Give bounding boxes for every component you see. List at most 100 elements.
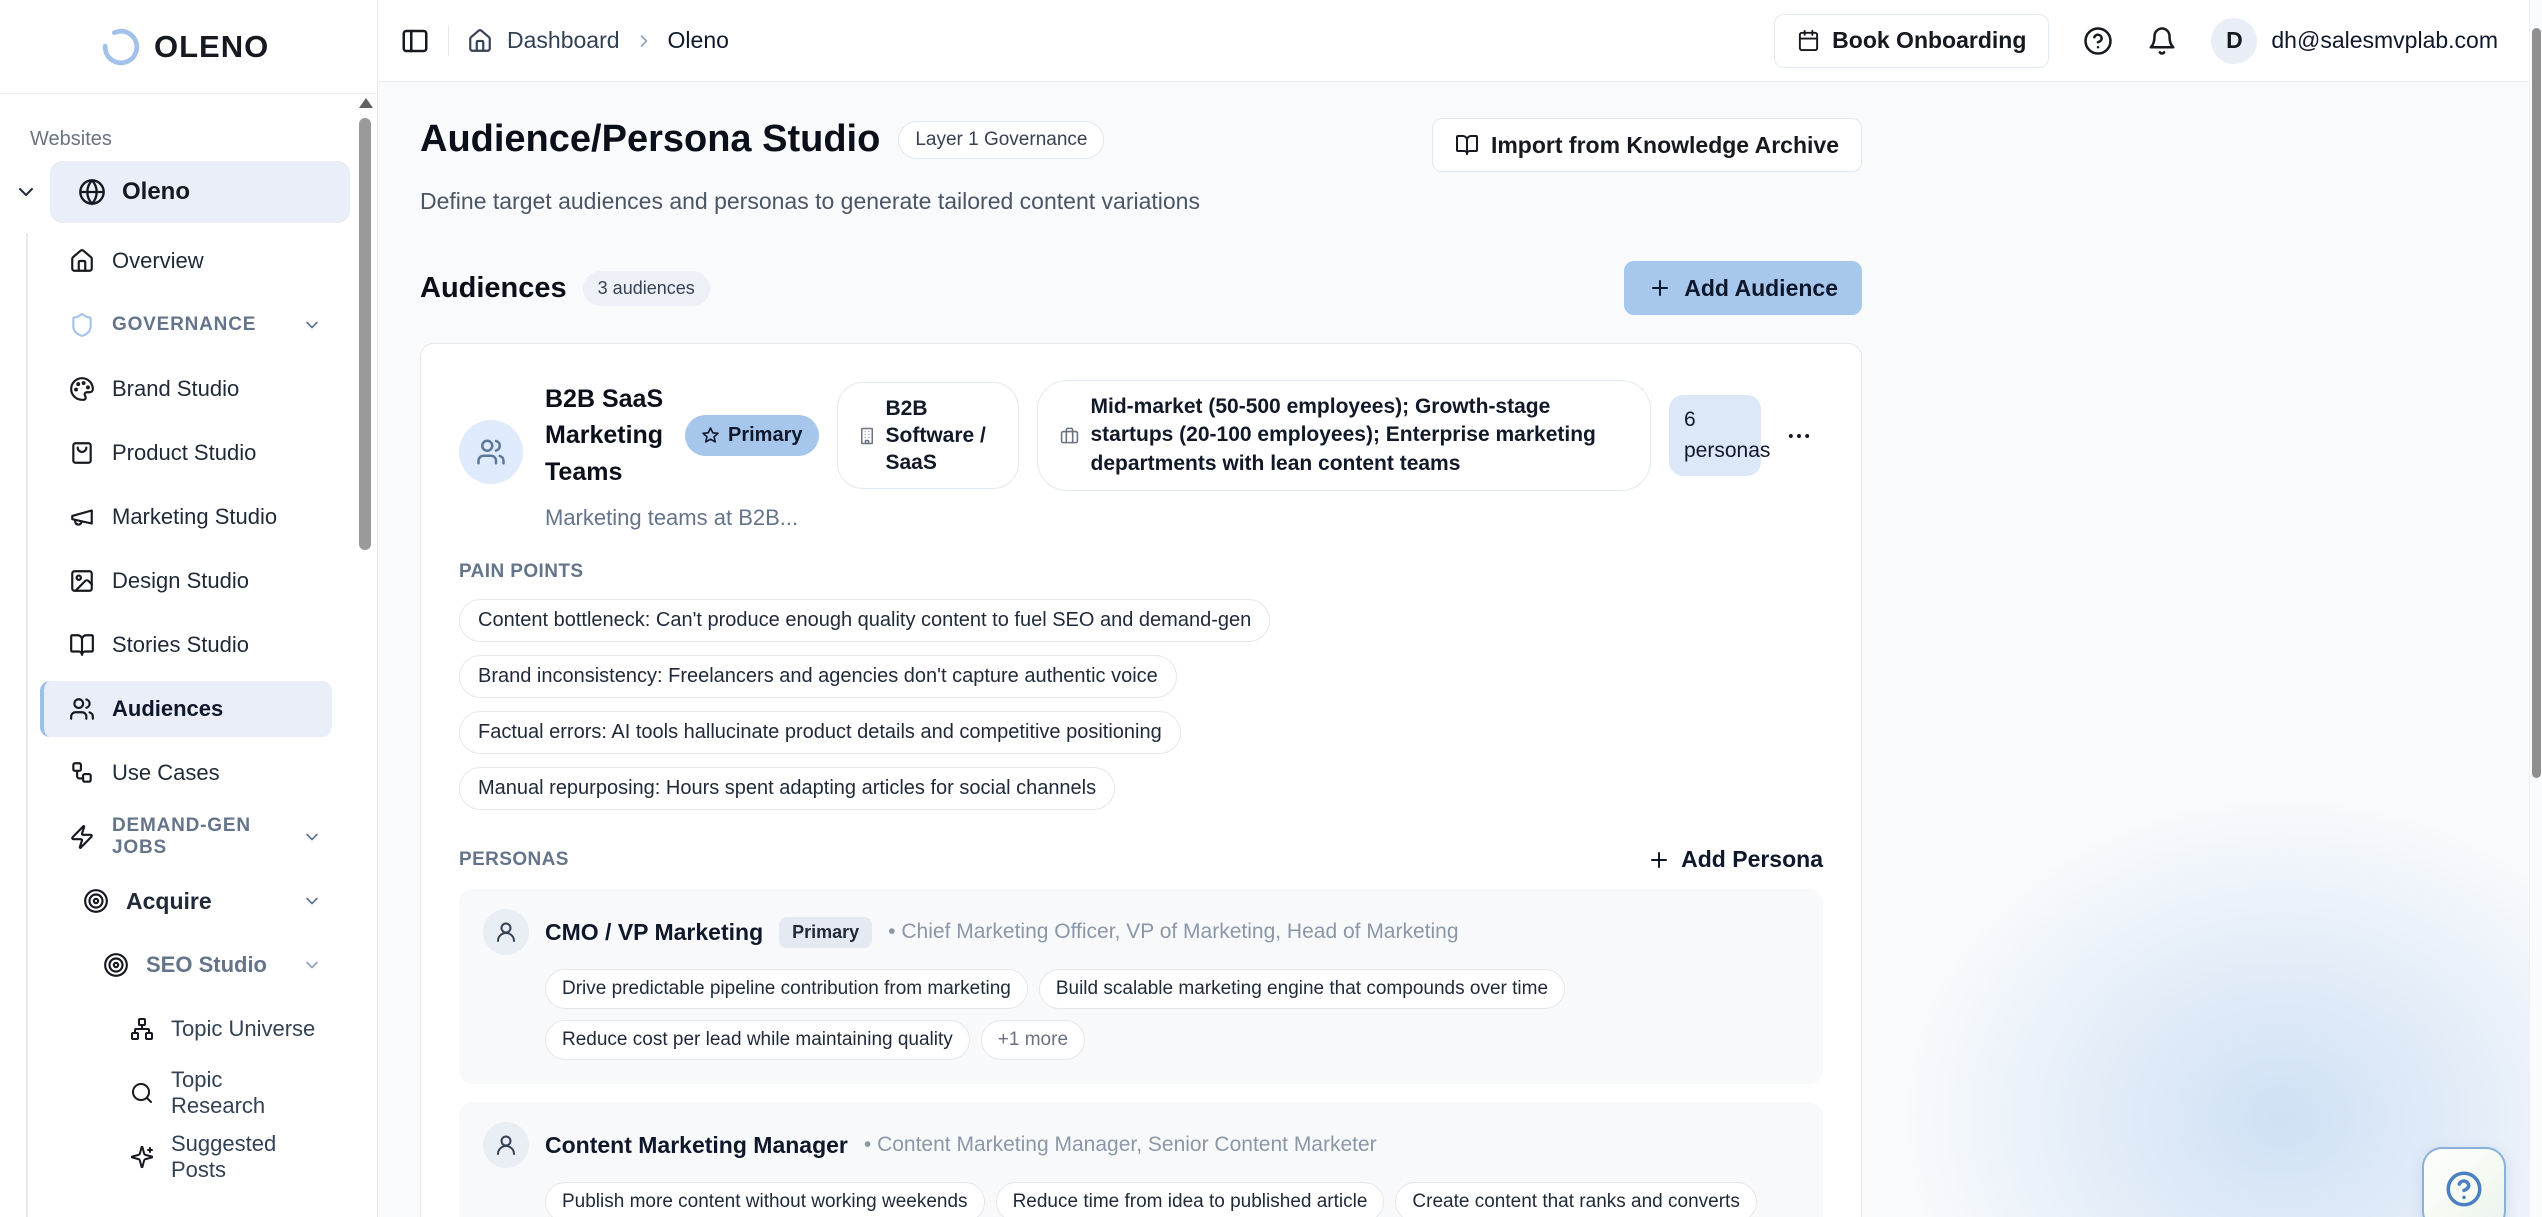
persona-row[interactable]: CMO / VP Marketing Primary • Chief Marke… bbox=[459, 889, 1823, 1084]
pain-points-list: Content bottleneck: Can't produce enough… bbox=[459, 599, 1823, 810]
more-goals-pill[interactable]: +1 more bbox=[981, 1020, 1085, 1060]
notifications-button[interactable] bbox=[2147, 26, 2177, 56]
avatar: D bbox=[2211, 18, 2257, 64]
sidebar-item-label: Design Studio bbox=[112, 568, 249, 594]
import-from-knowledge-archive-button[interactable]: Import from Knowledge Archive bbox=[1432, 118, 1862, 172]
app-window: OLENO Websites Oleno Overview GOVER bbox=[0, 0, 2542, 1217]
users-icon bbox=[69, 696, 95, 722]
bell-icon bbox=[2147, 26, 2177, 56]
sidebar-section-label: Websites bbox=[30, 128, 377, 151]
sidebar-item-topic-research[interactable]: Topic Research bbox=[40, 1065, 332, 1121]
persona-row[interactable]: Content Marketing Manager • Content Mark… bbox=[459, 1102, 1823, 1217]
page-subtitle: Define target audiences and personas to … bbox=[420, 188, 1862, 215]
sidebar-section-governance[interactable]: GOVERNANCE bbox=[40, 297, 332, 353]
sidebar-item-label: Product Studio bbox=[112, 440, 256, 466]
breadcrumb: Dashboard Oleno bbox=[467, 27, 729, 54]
persona-avatar bbox=[483, 909, 529, 955]
sidebar-scrollbar[interactable] bbox=[359, 98, 373, 550]
sidebar-item-label: Acquire bbox=[126, 888, 212, 915]
breadcrumb-dashboard[interactable]: Dashboard bbox=[507, 27, 620, 54]
user-icon bbox=[494, 920, 518, 944]
add-persona-button[interactable]: Add Persona bbox=[1647, 846, 1823, 873]
page-title: Audience/Persona Studio bbox=[420, 118, 880, 161]
image-icon bbox=[69, 568, 95, 594]
add-audience-button[interactable]: Add Audience bbox=[1624, 261, 1862, 315]
sidebar-item-label: Topic Universe bbox=[171, 1016, 315, 1042]
sidebar: OLENO Websites Oleno Overview GOVER bbox=[0, 0, 378, 1217]
page-scrollbar-thumb[interactable] bbox=[2532, 28, 2541, 778]
briefcase-icon bbox=[1060, 426, 1079, 445]
sidebar-scrollbar-thumb[interactable] bbox=[359, 118, 371, 550]
home-icon[interactable] bbox=[467, 28, 493, 54]
chevron-down-icon bbox=[302, 315, 322, 335]
user-menu[interactable]: D dh@salesmvplab.com bbox=[2211, 18, 2498, 64]
sidebar-item-suggested-posts[interactable]: Suggested Posts bbox=[40, 1129, 332, 1185]
sidebar-item-stories-studio[interactable]: Stories Studio bbox=[40, 617, 332, 673]
sidebar-item-topic-universe[interactable]: Topic Universe bbox=[40, 1001, 332, 1057]
globe-icon bbox=[78, 178, 106, 206]
audience-card: B2B SaaS Marketing Teams Primary B2B Sof… bbox=[420, 343, 1862, 1217]
audience-name: B2B SaaS Marketing Teams bbox=[545, 381, 667, 490]
sidebar-item-audiences[interactable]: Audiences bbox=[40, 681, 332, 737]
users-icon bbox=[476, 437, 506, 467]
page-scrollbar[interactable] bbox=[2529, 0, 2542, 1217]
pain-points-label: PAIN POINTS bbox=[459, 561, 1823, 583]
help-circle-icon bbox=[2083, 26, 2113, 56]
target-icon bbox=[83, 888, 109, 914]
palette-icon bbox=[69, 376, 95, 402]
sidebar-item-label: Brand Studio bbox=[112, 376, 239, 402]
sidebar-toggle-button[interactable] bbox=[400, 26, 430, 56]
sidebar-item-acquire[interactable]: Acquire bbox=[40, 873, 332, 929]
sidebar-item-label: Stories Studio bbox=[112, 632, 249, 658]
governance-layer-badge: Layer 1 Governance bbox=[898, 121, 1104, 159]
sidebar-item-design-studio[interactable]: Design Studio bbox=[40, 553, 332, 609]
audience-menu-button[interactable] bbox=[1779, 416, 1819, 456]
help-fab-button[interactable] bbox=[2422, 1147, 2506, 1217]
sidebar-item-label: Audiences bbox=[112, 696, 223, 722]
goal-pill: Publish more content without working wee… bbox=[545, 1182, 985, 1217]
audiences-count-badge: 3 audiences bbox=[583, 271, 710, 306]
panel-left-icon bbox=[400, 26, 430, 56]
sidebar-item-brand-studio[interactable]: Brand Studio bbox=[40, 361, 332, 417]
user-icon bbox=[494, 1133, 518, 1157]
sidebar-item-label: Suggested Posts bbox=[171, 1131, 322, 1183]
scroll-up-arrow[interactable] bbox=[359, 98, 373, 108]
target-icon bbox=[103, 952, 129, 978]
persona-avatar bbox=[483, 1122, 529, 1168]
book-open-icon bbox=[69, 632, 95, 658]
sidebar-item-marketing-studio[interactable]: Marketing Studio bbox=[40, 489, 332, 545]
goal-pill: Reduce time from idea to published artic… bbox=[996, 1182, 1385, 1217]
persona-meta: • Content Marketing Manager, Senior Cont… bbox=[864, 1133, 1377, 1157]
book-onboarding-button[interactable]: Book Onboarding bbox=[1774, 14, 2049, 68]
chevron-down-icon bbox=[302, 955, 322, 975]
pain-point-pill: Brand inconsistency: Freelancers and age… bbox=[459, 655, 1177, 698]
audience-primary-badge: Primary bbox=[685, 415, 819, 456]
plus-icon bbox=[1647, 848, 1671, 872]
main-content: Audience/Persona Studio Layer 1 Governan… bbox=[378, 82, 2542, 1217]
building-icon bbox=[858, 427, 876, 445]
workflow-icon bbox=[69, 760, 95, 786]
sidebar-site-oleno[interactable]: Oleno bbox=[50, 161, 350, 223]
sidebar-item-label: Marketing Studio bbox=[112, 504, 277, 530]
personas-label: PERSONAS bbox=[459, 849, 569, 871]
topbar: Dashboard Oleno Book Onboarding D dh@sal… bbox=[378, 0, 2542, 82]
shopping-bag-icon bbox=[69, 440, 95, 466]
home-icon bbox=[69, 248, 95, 274]
chevron-down-icon bbox=[302, 891, 322, 911]
persona-name: CMO / VP Marketing bbox=[545, 919, 763, 946]
add-audience-label: Add Audience bbox=[1684, 275, 1838, 302]
zap-icon bbox=[69, 824, 95, 850]
calendar-icon bbox=[1797, 29, 1820, 52]
help-circle-icon bbox=[2443, 1168, 2485, 1210]
sidebar-item-label: Use Cases bbox=[112, 760, 220, 786]
chevron-down-icon[interactable] bbox=[14, 180, 38, 204]
sidebar-item-seo-studio[interactable]: SEO Studio bbox=[40, 937, 332, 993]
sidebar-item-product-studio[interactable]: Product Studio bbox=[40, 425, 332, 481]
sidebar-item-use-cases[interactable]: Use Cases bbox=[40, 745, 332, 801]
sidebar-item-overview[interactable]: Overview bbox=[40, 233, 332, 289]
pain-point-pill: Manual repurposing: Hours spent adapting… bbox=[459, 767, 1115, 810]
help-button[interactable] bbox=[2083, 26, 2113, 56]
sidebar-section-demand-gen-jobs[interactable]: DEMAND-GEN JOBS bbox=[40, 809, 332, 865]
persona-name: Content Marketing Manager bbox=[545, 1132, 848, 1159]
search-icon bbox=[130, 1081, 154, 1105]
